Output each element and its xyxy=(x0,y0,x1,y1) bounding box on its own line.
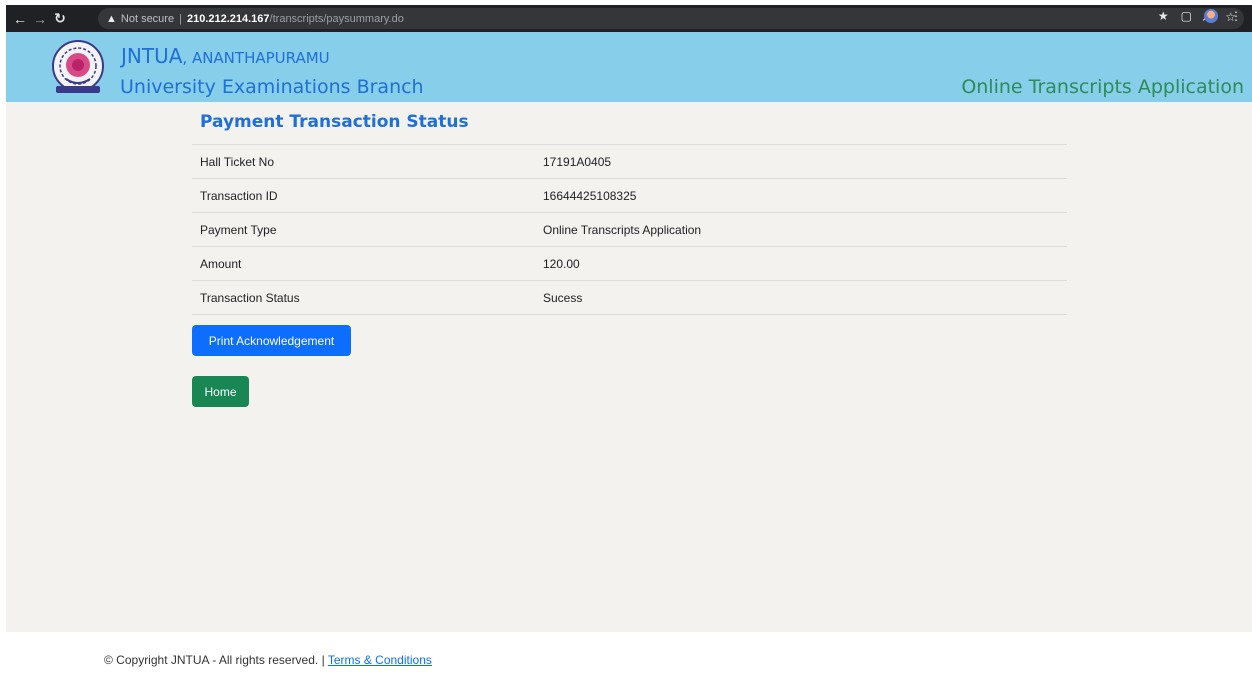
site-header: JNTUA, ANANTHAPURAMU University Examinat… xyxy=(6,32,1252,102)
row-value: Sucess xyxy=(543,290,583,305)
jntua-logo xyxy=(52,40,104,93)
extensions-icon[interactable]: ★ xyxy=(1158,9,1169,23)
org-title: JNTUA, ANANTHAPURAMU xyxy=(121,44,330,68)
page-title: Payment Transaction Status xyxy=(200,112,469,132)
row-label: Transaction ID xyxy=(200,188,278,203)
reload-icon[interactable]: ↻ xyxy=(50,10,70,27)
row-value: 16644425108325 xyxy=(543,188,637,203)
side-panel-icon[interactable]: ▢ xyxy=(1181,9,1192,23)
home-button[interactable]: Home xyxy=(192,376,249,407)
table-row: Transaction Status Sucess xyxy=(192,281,1067,315)
browser-toolbar: ← → ↻ ▲ Not secure | 210.212.214.167 /tr… xyxy=(6,5,1252,32)
table-row: Amount 120.00 xyxy=(192,247,1067,281)
url-path: /transcripts/paysummary.do xyxy=(269,12,404,25)
row-label: Hall Ticket No xyxy=(200,154,275,169)
profile-avatar[interactable] xyxy=(1204,9,1218,23)
branch-title: University Examinations Branch xyxy=(120,76,424,98)
forward-icon[interactable]: → xyxy=(30,11,50,27)
row-value: Online Transcripts Application xyxy=(543,222,702,237)
main-content: Payment Transaction Status Hall Ticket N… xyxy=(6,102,1252,632)
row-label: Payment Type xyxy=(200,222,277,237)
app-title: Online Transcripts Application xyxy=(961,76,1244,98)
address-bar[interactable]: ▲ Not secure | 210.212.214.167 /transcri… xyxy=(98,8,1244,29)
table-row: Transaction ID 16644425108325 xyxy=(192,179,1067,213)
print-acknowledgement-button[interactable]: Print Acknowledgement xyxy=(192,325,351,356)
terms-link[interactable]: Terms & Conditions xyxy=(328,653,432,667)
row-label: Amount xyxy=(200,256,242,271)
address-separator: | xyxy=(179,12,182,25)
table-row: Hall Ticket No 17191A0405 xyxy=(192,145,1067,179)
warning-icon: ▲ xyxy=(106,12,117,25)
row-value: 17191A0405 xyxy=(543,154,612,169)
security-label: Not secure xyxy=(120,12,175,25)
org-name: JNTUA xyxy=(121,44,183,68)
row-value: 120.00 xyxy=(543,256,580,271)
table-row: Payment Type Online Transcripts Applicat… xyxy=(192,213,1067,247)
menu-icon[interactable]: ⋮ xyxy=(1230,9,1242,23)
copyright-text: © Copyright JNTUA - All rights reserved.… xyxy=(104,653,325,667)
url-host: 210.212.214.167 xyxy=(186,12,270,25)
site-footer: © Copyright JNTUA - All rights reserved.… xyxy=(6,632,1252,677)
row-label: Transaction Status xyxy=(200,290,300,305)
transaction-table: Hall Ticket No 17191A0405 Transaction ID… xyxy=(192,144,1067,315)
org-location: , ANANTHAPURAMU xyxy=(182,49,330,67)
back-icon[interactable]: ← xyxy=(10,11,30,27)
